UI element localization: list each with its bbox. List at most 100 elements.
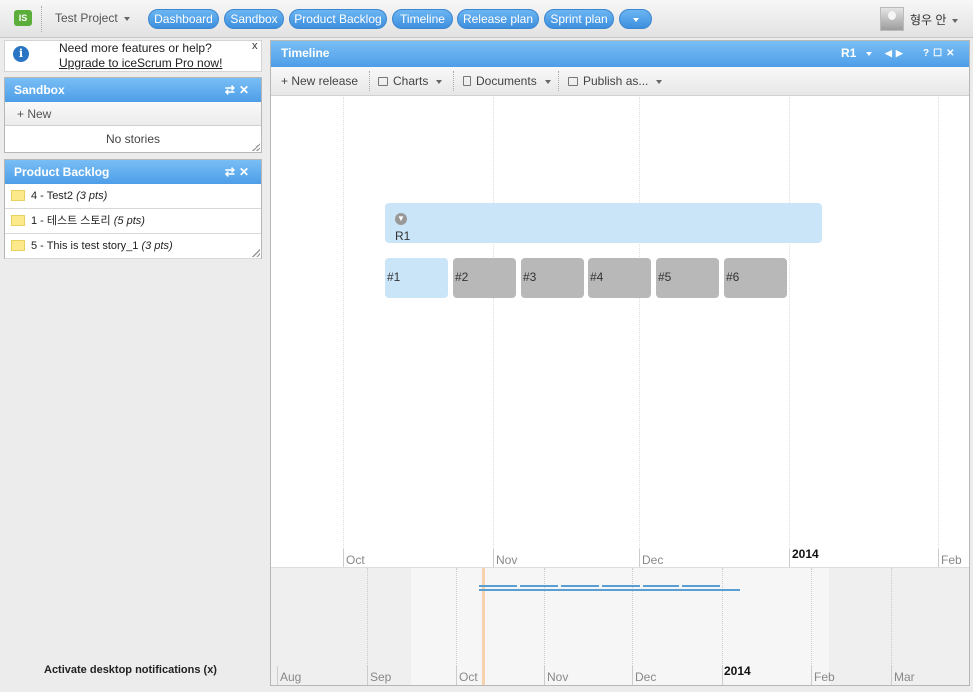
notice-text: Need more features or help? bbox=[59, 41, 212, 55]
printer-icon bbox=[568, 77, 578, 86]
upgrade-notice: i Need more features or help? Upgrade to… bbox=[4, 40, 262, 72]
nav-product-backlog-button[interactable]: Product Backlog bbox=[289, 9, 387, 29]
timeline-window: Timeline R1 ◀▶ ?☐✕ + New release Charts … bbox=[270, 40, 970, 686]
month-tick bbox=[811, 666, 812, 685]
month-label: Mar bbox=[894, 670, 915, 684]
story-points: (5 pts) bbox=[113, 215, 145, 227]
overview-sprint-bar bbox=[682, 585, 720, 587]
help-icon[interactable]: ? bbox=[923, 48, 933, 59]
chevron-down-icon bbox=[436, 79, 443, 84]
month-label: Dec bbox=[635, 670, 657, 684]
nav-sandbox-button[interactable]: Sandbox bbox=[224, 9, 284, 29]
resize-handle[interactable] bbox=[252, 143, 260, 151]
close-icon[interactable]: ✕ bbox=[239, 165, 253, 179]
list-item[interactable]: 4 - Test2 (3 pts) bbox=[5, 184, 261, 209]
month-label: Feb bbox=[941, 553, 962, 567]
release-selector-value: R1 bbox=[841, 46, 857, 60]
month-tick bbox=[456, 666, 457, 685]
nav-timeline-button[interactable]: Timeline bbox=[392, 9, 453, 29]
overview-sprint-bar bbox=[479, 585, 517, 587]
project-name: Test Project bbox=[55, 11, 118, 25]
new-story-label: New bbox=[27, 107, 52, 121]
nav-sprint-plan-button[interactable]: Sprint plan bbox=[544, 9, 614, 29]
close-notice-button[interactable]: x bbox=[252, 40, 258, 52]
close-icon[interactable]: ✕ bbox=[946, 48, 958, 59]
project-menu[interactable]: Test Project bbox=[55, 11, 130, 25]
gridline bbox=[343, 97, 344, 567]
chevron-down-icon bbox=[952, 18, 959, 23]
month-label: Oct bbox=[459, 670, 478, 684]
charts-menu[interactable]: Charts bbox=[378, 67, 443, 96]
plus-icon: + bbox=[281, 74, 292, 88]
timeline-window-header: Timeline R1 ◀▶ ?☐✕ bbox=[271, 41, 969, 67]
month-tick bbox=[632, 666, 633, 685]
timeline-overview[interactable]: Aug Sep Oct Nov Dec 2014 Feb Mar bbox=[271, 567, 969, 685]
chevron-down-icon[interactable]: ▼ bbox=[395, 213, 407, 225]
chevron-down-icon bbox=[656, 79, 663, 84]
documents-label: Documents bbox=[476, 74, 537, 88]
documents-menu[interactable]: Documents bbox=[463, 67, 551, 96]
release-selector[interactable]: R1 bbox=[841, 41, 873, 66]
chart-icon bbox=[378, 77, 388, 86]
user-menu[interactable]: 형우 안 bbox=[910, 11, 959, 28]
chevron-down-icon bbox=[632, 17, 639, 22]
timeline-toolbar: + New release Charts Documents Publish a… bbox=[271, 67, 969, 96]
nav-release-plan-button[interactable]: Release plan bbox=[457, 9, 539, 29]
info-icon: i bbox=[13, 46, 29, 62]
timeline-canvas[interactable]: Oct Nov Dec 2014 Feb ▼ R1 #1 #2 #3 #4 #5… bbox=[271, 97, 969, 567]
month-label: Aug bbox=[280, 670, 302, 684]
divider bbox=[369, 71, 370, 91]
empty-state-text: No stories bbox=[105, 132, 161, 146]
sprint-block[interactable]: #2 bbox=[453, 258, 516, 298]
overview-sprint-bar bbox=[602, 585, 640, 587]
story-points: (3 pts) bbox=[141, 240, 173, 252]
close-icon[interactable]: ✕ bbox=[239, 83, 253, 97]
icescrum-logo[interactable]: IS bbox=[14, 10, 32, 26]
plus-icon: + bbox=[17, 107, 28, 121]
new-release-button[interactable]: + New release bbox=[281, 67, 358, 96]
sandbox-widget: Sandbox ⇄✕ + New No stories bbox=[4, 77, 262, 153]
chevron-down-icon bbox=[866, 51, 873, 56]
swap-icon[interactable]: ⇄ bbox=[225, 83, 239, 97]
chevron-down-icon bbox=[544, 79, 551, 84]
month-tick bbox=[493, 549, 494, 567]
month-label: Nov bbox=[496, 553, 518, 567]
month-tick bbox=[277, 666, 278, 685]
document-icon bbox=[463, 76, 471, 86]
divider bbox=[41, 6, 42, 32]
product-backlog-widget-title: Product Backlog bbox=[14, 165, 110, 179]
month-tick bbox=[367, 666, 368, 685]
list-item[interactable]: 1 - 테스트 스토리 (5 pts) bbox=[5, 209, 261, 234]
new-story-button[interactable]: + New bbox=[5, 102, 261, 126]
overview-sprint-bar bbox=[520, 585, 558, 587]
month-label: Nov bbox=[547, 670, 569, 684]
publish-label: Publish as... bbox=[583, 74, 649, 88]
overview-release-bar bbox=[479, 589, 740, 591]
chevron-down-icon bbox=[123, 16, 130, 21]
sprint-block[interactable]: #5 bbox=[656, 258, 719, 298]
swap-icon[interactable]: ⇄ bbox=[225, 165, 239, 179]
sandbox-widget-header: Sandbox ⇄✕ bbox=[5, 78, 261, 102]
gridline bbox=[639, 97, 640, 567]
publish-menu[interactable]: Publish as... bbox=[568, 67, 663, 96]
release-name: R1 bbox=[395, 229, 411, 243]
previous-icon[interactable]: ◀ bbox=[885, 48, 896, 58]
activate-desktop-notifications-link[interactable]: Activate desktop notifications (x) bbox=[44, 664, 217, 676]
nav-dashboard-button[interactable]: Dashboard bbox=[148, 9, 219, 29]
next-icon[interactable]: ▶ bbox=[896, 48, 907, 58]
gridline bbox=[938, 97, 939, 567]
sprint-block[interactable]: #1 bbox=[385, 258, 448, 298]
sprint-block[interactable]: #4 bbox=[588, 258, 651, 298]
nav-more-button[interactable] bbox=[619, 9, 652, 29]
overview-sprint-bar bbox=[561, 585, 599, 587]
product-backlog-widget: Product Backlog ⇄✕ 4 - Test2 (3 pts) 1 -… bbox=[4, 159, 262, 259]
postit-icon bbox=[11, 240, 25, 251]
release-bar[interactable]: ▼ R1 bbox=[385, 203, 822, 243]
maximize-icon[interactable]: ☐ bbox=[933, 48, 946, 59]
list-item[interactable]: 5 - This is test story_1 (3 pts) bbox=[5, 234, 261, 259]
resize-handle[interactable] bbox=[252, 249, 260, 257]
sprint-block[interactable]: #3 bbox=[521, 258, 584, 298]
sprint-block[interactable]: #6 bbox=[724, 258, 787, 298]
upgrade-link[interactable]: Upgrade to iceScrum Pro now! bbox=[59, 56, 222, 71]
avatar[interactable] bbox=[880, 7, 904, 31]
